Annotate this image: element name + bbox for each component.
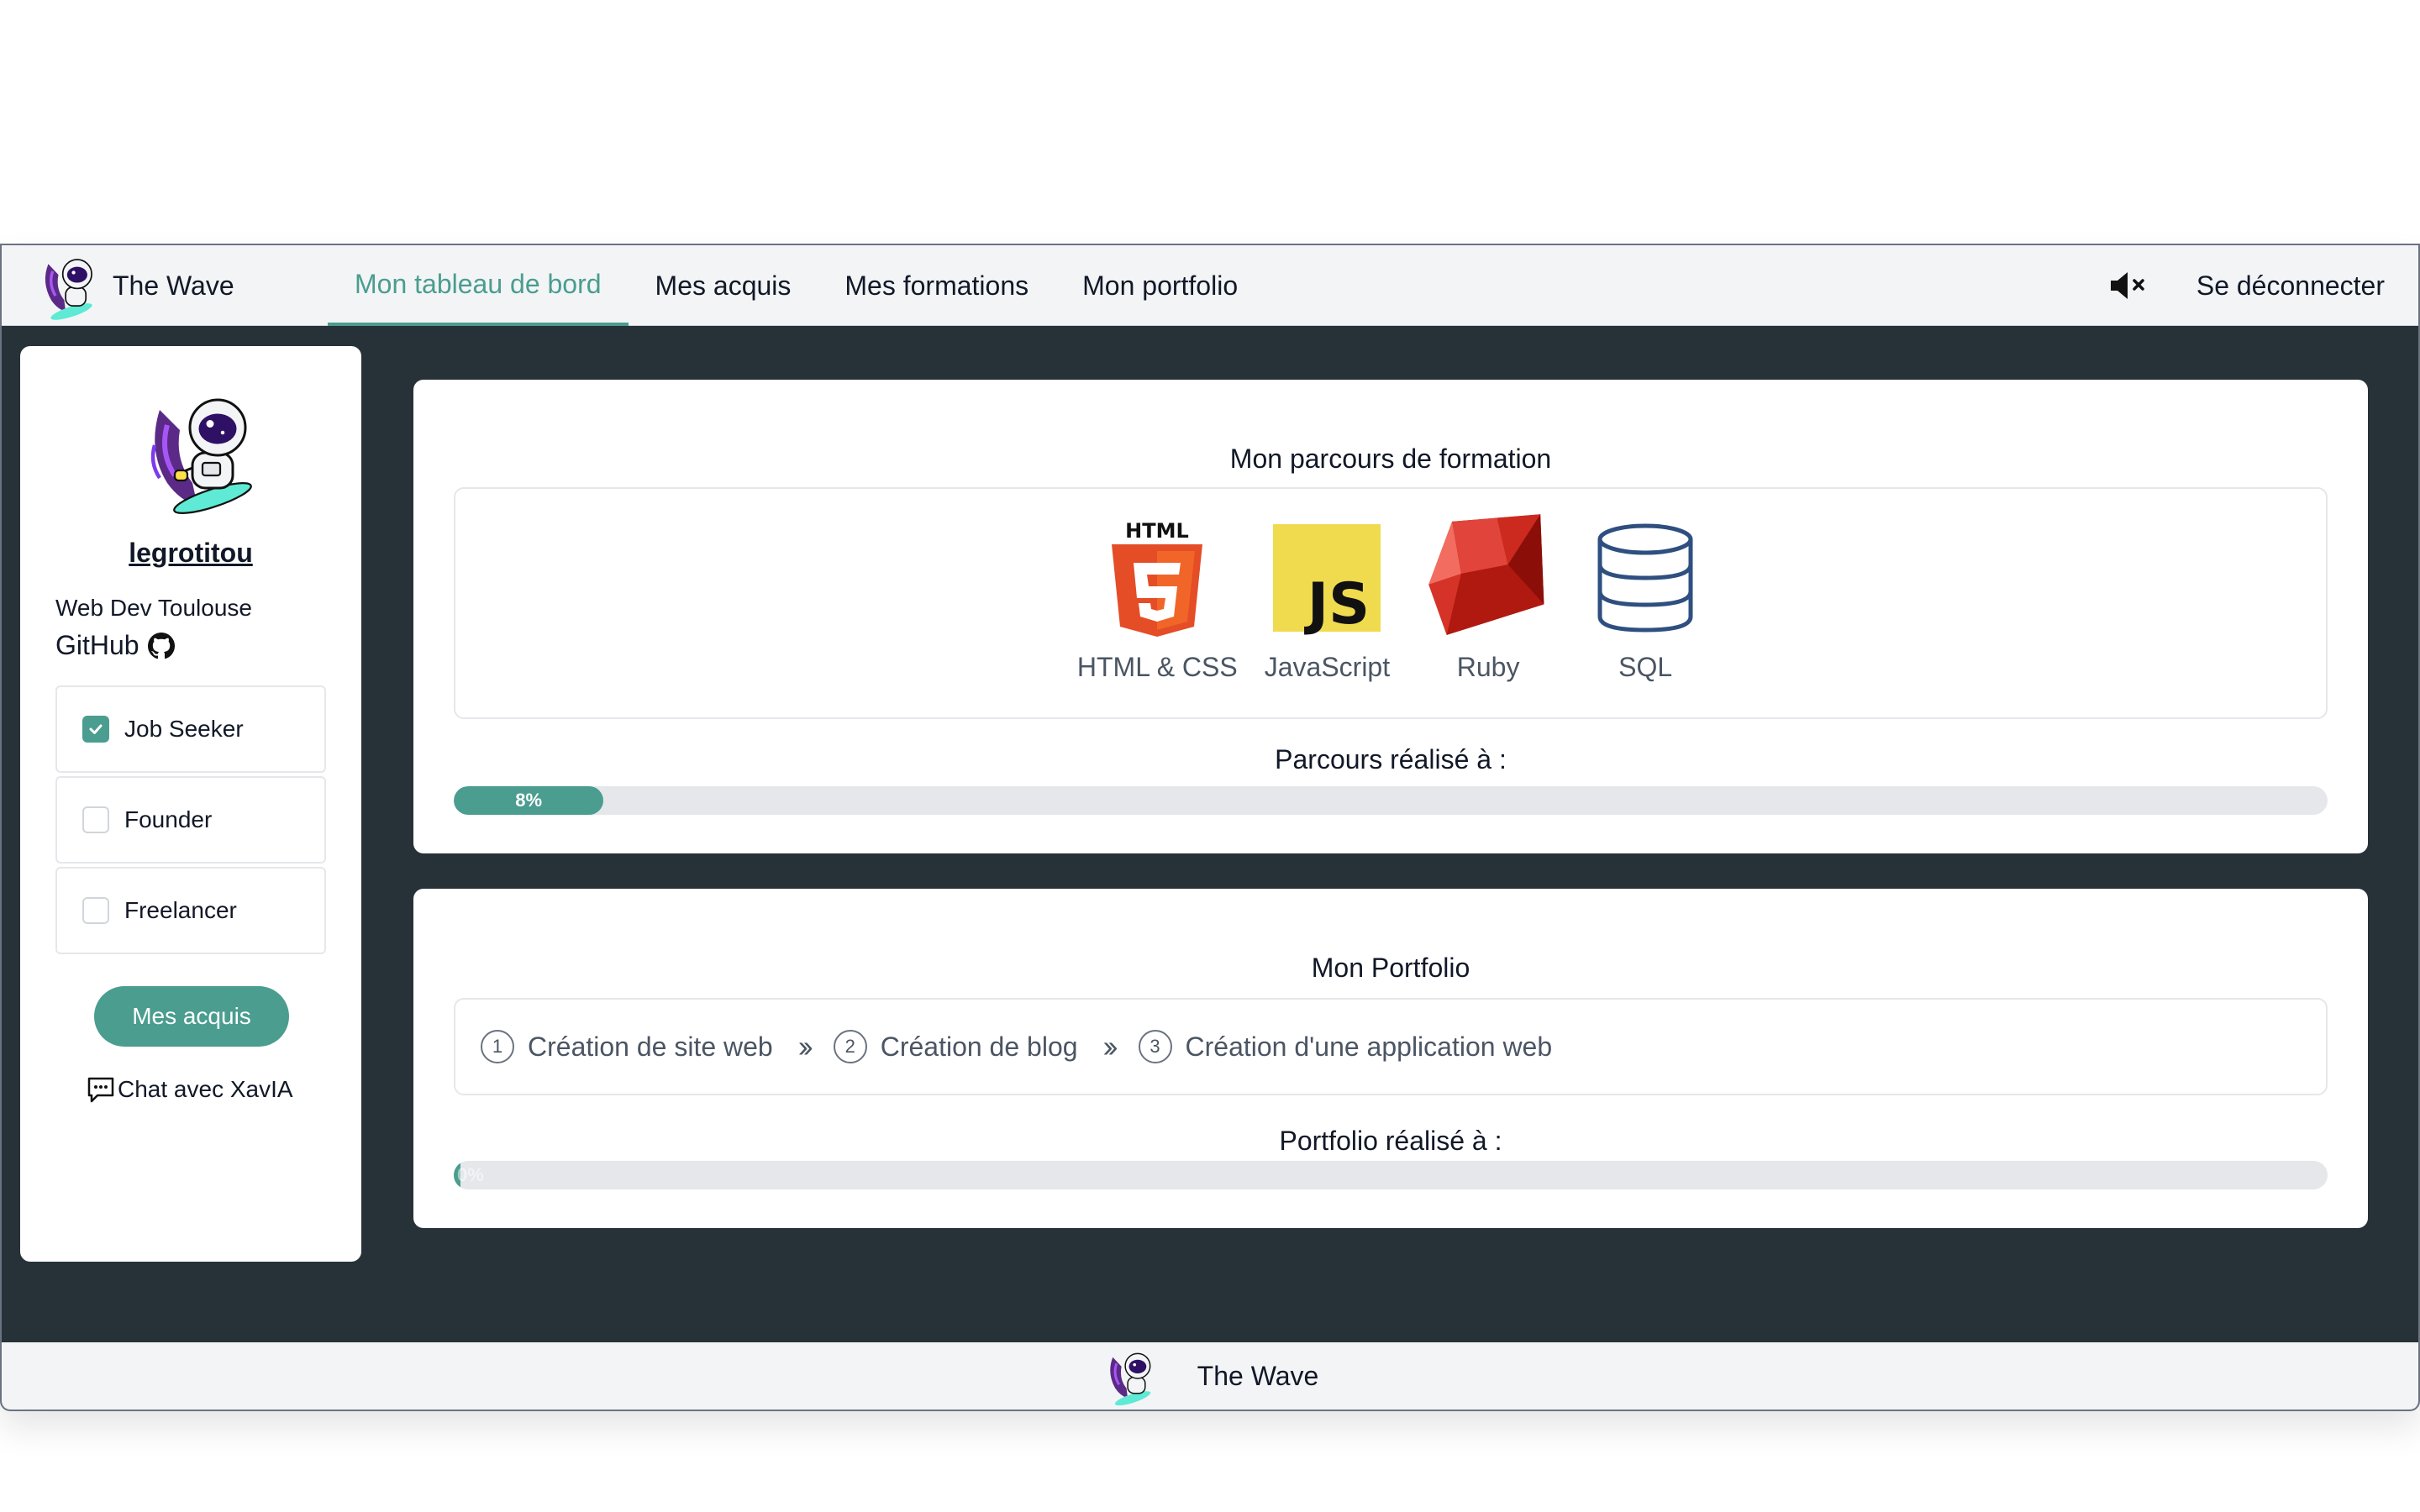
language-name-sql: SQL [1618, 652, 1673, 682]
portfolio-title: Mon Portfolio [1311, 953, 1470, 983]
portfolio-progress-label: Portfolio réalisé à : [1279, 1126, 1502, 1156]
brand[interactable]: The Wave [35, 252, 234, 320]
chevron-double-right-icon: ›› [797, 1029, 813, 1063]
nav-link-acquis[interactable]: Mes acquis [629, 245, 818, 326]
ruby-icon [1428, 514, 1544, 635]
nav-link-dashboard[interactable]: Mon tableau de bord [328, 245, 629, 326]
chat-xavia-link[interactable]: Chat avec XavIA [86, 1075, 293, 1104]
languages-list: HTML HTML & CSS JS JavaScript Ruby SQL [455, 489, 2326, 717]
portfolio-steps-box: 1 Création de site web ›› 2 Création de … [454, 998, 2328, 1095]
status-freelancer[interactable]: Freelancer [55, 867, 326, 954]
html5-icon: HTML [1112, 519, 1203, 637]
portfolio-card: Mon Portfolio 1 Création de site web ›› … [413, 889, 2368, 1228]
training-title: Mon parcours de formation [1229, 444, 1552, 474]
founder-checkbox[interactable] [82, 806, 109, 833]
username-link[interactable]: legrotitou [20, 538, 361, 569]
mes-acquis-button[interactable]: Mes acquis [94, 986, 289, 1047]
portfolio-step-3[interactable]: 3 Création d'une application web [1138, 1030, 1553, 1063]
speaker-mute-icon[interactable] [2107, 269, 2151, 302]
step-label-1: Création de site web [528, 1031, 773, 1062]
step-number-2: 2 [833, 1030, 867, 1063]
portfolio-progress-bar: 0% [454, 1161, 2328, 1189]
language-name-html: HTML & CSS [1076, 652, 1238, 682]
profile-sidebar: legrotitou Web Dev Toulouse GitHub Job S… [20, 346, 361, 1262]
astronaut-logo-icon [1109, 1352, 1151, 1406]
step-label-2: Création de blog [880, 1031, 1078, 1062]
chat-label: Chat avec XavIA [118, 1076, 293, 1102]
brand-name: The Wave [113, 270, 234, 301]
job-seeker-checkbox[interactable] [82, 716, 109, 743]
training-card: Mon parcours de formation HTML HTML & CS… [413, 380, 2368, 853]
top-navbar: The Wave Mon tableau de bord Mes acquis … [2, 245, 2418, 326]
portfolio-progress-fill: 0% [454, 1161, 484, 1189]
svg-text:HTML: HTML [1125, 519, 1189, 543]
github-label: GitHub [55, 630, 139, 660]
status-founder[interactable]: Founder [55, 776, 326, 864]
founder-label: Founder [124, 806, 213, 832]
svg-text:JS: JS [1304, 571, 1370, 637]
nav-link-formations[interactable]: Mes formations [818, 245, 1055, 326]
language-name-js: JavaScript [1264, 652, 1391, 682]
step-label-3: Création d'une application web [1185, 1031, 1553, 1062]
logout-link[interactable]: Se déconnecter [2196, 270, 2385, 302]
astronaut-logo-icon [45, 259, 92, 320]
database-icon [1597, 523, 1693, 633]
footer: The Wave [2, 1342, 2418, 1410]
language-name-ruby: Ruby [1456, 652, 1520, 682]
checkmark-icon [89, 724, 103, 734]
language-html-css[interactable]: HTML HTML & CSS [1077, 489, 1238, 683]
training-progress-fill: 8% [454, 786, 604, 815]
step-number-1: 1 [481, 1030, 514, 1063]
profile-bio: Web Dev Toulouse [55, 595, 252, 621]
chevron-double-right-icon: ›› [1102, 1029, 1118, 1063]
nav-links: Mon tableau de bord Mes acquis Mes forma… [328, 245, 1265, 326]
freelancer-checkbox[interactable] [82, 897, 109, 924]
github-link[interactable]: GitHub [55, 630, 175, 661]
training-progress-bar: 8% [454, 786, 2328, 815]
language-ruby[interactable]: Ruby [1417, 489, 1560, 683]
nav-link-portfolio[interactable]: Mon portfolio [1055, 245, 1265, 326]
app-window: The Wave Mon tableau de bord Mes acquis … [0, 244, 2420, 1411]
avatar [150, 398, 252, 515]
portfolio-step-2[interactable]: 2 Création de blog [833, 1030, 1078, 1063]
github-icon [147, 632, 175, 659]
language-javascript[interactable]: JS JavaScript [1265, 489, 1390, 683]
chat-bubble-icon [87, 1077, 114, 1103]
footer-brand-name: The Wave [1197, 1360, 1319, 1391]
languages-box: HTML HTML & CSS JS JavaScript Ruby SQL [454, 487, 2328, 719]
nav-right: Se déconnecter [2107, 245, 2385, 326]
freelancer-label: Freelancer [124, 897, 237, 923]
training-progress-label: Parcours réalisé à : [1275, 744, 1507, 774]
language-sql[interactable]: SQL [1586, 489, 1704, 683]
job-seeker-label: Job Seeker [124, 716, 244, 742]
step-number-3: 3 [1138, 1030, 1172, 1063]
javascript-icon: JS [1273, 524, 1381, 637]
status-job-seeker[interactable]: Job Seeker [55, 685, 326, 773]
portfolio-step-1[interactable]: 1 Création de site web [481, 1030, 773, 1063]
portfolio-steps: 1 Création de site web ›› 2 Création de … [455, 1000, 1552, 1094]
